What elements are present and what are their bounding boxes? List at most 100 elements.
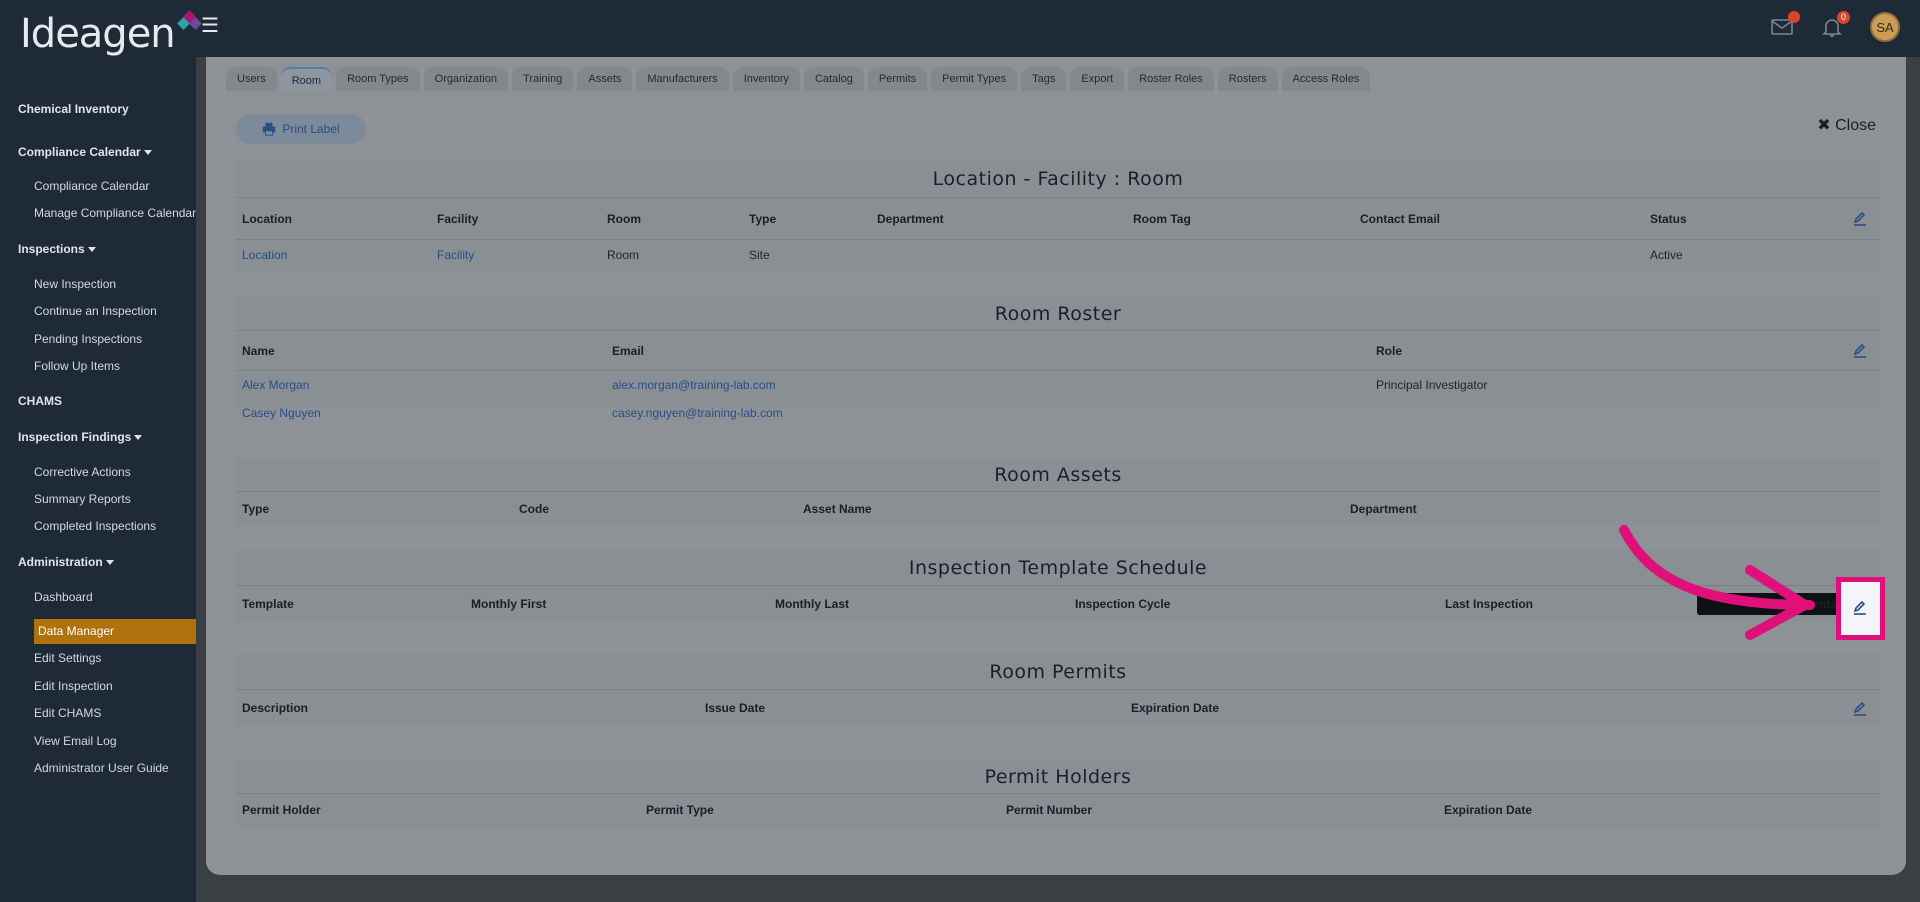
col-permit-holder: Permit Holder [242, 803, 321, 817]
nav-dashboard[interactable]: Dashboard [0, 589, 196, 605]
edit-permits-icon[interactable] [1852, 700, 1868, 716]
tab-assets[interactable]: Assets [577, 67, 633, 91]
caret-down-icon [143, 150, 152, 156]
col-permit-number: Permit Number [1006, 803, 1093, 817]
col-role: Role [1376, 344, 1403, 358]
notification-count-badge: 0 [1837, 11, 1850, 24]
assets-header-row: Type Code Asset Name Department [236, 492, 1880, 526]
holders-header-row: Permit Holder Permit Type Permit Number … [236, 794, 1880, 828]
roster-header-row: Name Email Role [236, 331, 1880, 371]
tab-catalog[interactable]: Catalog [803, 67, 864, 91]
ideagen-logo[interactable]: Ideagen [20, 10, 203, 54]
col-description: Description [242, 701, 309, 715]
room-detail-card: Users Room Room Types Organization Train… [206, 57, 1906, 875]
nav-inspection-findings-group[interactable]: Inspection Findings [0, 429, 196, 445]
tab-manufacturers[interactable]: Manufacturers [636, 67, 729, 91]
nav-compliance-calendar-group[interactable]: Compliance Calendar [0, 144, 196, 160]
col-monthly-first: Monthly First [471, 597, 547, 611]
col-template: Template [242, 597, 294, 611]
nav-chams[interactable]: CHAMS [0, 393, 196, 409]
nav-chemical-inventory[interactable]: Chemical Inventory [0, 101, 196, 117]
top-bar: Ideagen ☰ 0 SA [0, 0, 1920, 57]
nav-inspection-findings-label: Inspection Findings [18, 430, 132, 444]
tab-inventory[interactable]: Inventory [732, 67, 800, 91]
printer-icon [263, 122, 276, 136]
permits-header-row: Description Issue Date Expiration Date [236, 690, 1880, 726]
nav-corrective-actions[interactable]: Corrective Actions [0, 464, 196, 480]
nav-follow-up-items[interactable]: Follow Up Items [0, 358, 196, 374]
close-icon: ✖ [1817, 117, 1831, 134]
tab-access-roles[interactable]: Access Roles [1281, 67, 1371, 91]
room-assets-panel: Room Assets Type Code Asset Name Departm… [236, 458, 1880, 526]
col-asset-department: Department [1350, 502, 1417, 516]
nav-inspections-group[interactable]: Inspections [0, 241, 196, 257]
tab-organization[interactable]: Organization [423, 67, 509, 91]
hamburger-menu-icon[interactable]: ☰ [200, 16, 220, 36]
nav-edit-settings[interactable]: Edit Settings [0, 650, 196, 666]
nav-compliance-calendar[interactable]: Compliance Calendar [0, 178, 196, 194]
edit-schedule-icon [1852, 599, 1868, 615]
nav-manage-compliance-calendar[interactable]: Manage Compliance Calendar [0, 205, 196, 221]
edit-location-icon[interactable] [1852, 210, 1868, 226]
sidebar: Chemical Inventory Compliance Calendar C… [0, 57, 196, 902]
nav-view-email-log[interactable]: View Email Log [0, 733, 196, 749]
print-label-button[interactable]: Print Label [236, 114, 366, 144]
facility-link[interactable]: Facility [437, 248, 474, 262]
nav-edit-chams[interactable]: Edit CHAMS [0, 705, 196, 721]
mail-alert-badge [1788, 11, 1800, 23]
nav-completed-inspections[interactable]: Completed Inspections [0, 518, 196, 534]
room-permits-panel: Room Permits Description Issue Date Expi… [236, 654, 1880, 726]
tab-permit-types[interactable]: Permit Types [931, 67, 1018, 91]
status-value: Active [1650, 248, 1683, 262]
edit-schedule-button[interactable] [1836, 577, 1885, 640]
type-value: Site [749, 248, 770, 262]
caret-down-icon [87, 247, 96, 253]
col-asset-name: Asset Name [803, 502, 872, 516]
tab-permits[interactable]: Permits [867, 67, 928, 91]
roster-email-link[interactable]: casey.nguyen@training-lab.com [612, 406, 783, 420]
nav-edit-inspection[interactable]: Edit Inspection [0, 678, 196, 694]
tab-training[interactable]: Training [512, 67, 574, 91]
nav-inspections-label: Inspections [18, 242, 85, 256]
nav-compliance-calendar-label: Compliance Calendar [18, 145, 141, 159]
logo-mark-icon [176, 10, 203, 34]
col-last-inspection: Last Inspection [1445, 597, 1534, 611]
location-link[interactable]: Location [242, 248, 287, 262]
col-room-tag: Room Tag [1133, 212, 1191, 226]
roster-name-link[interactable]: Alex Morgan [242, 378, 309, 392]
bell-icon[interactable]: 0 [1820, 11, 1850, 39]
tab-room[interactable]: Room [280, 67, 333, 91]
tab-users[interactable]: Users [226, 67, 277, 91]
tab-export[interactable]: Export [1070, 67, 1125, 91]
nav-data-manager[interactable]: Data Manager [34, 619, 196, 644]
col-asset-type: Type [242, 502, 270, 516]
tab-roster-roles[interactable]: Roster Roles [1128, 67, 1214, 91]
nav-admin-user-guide[interactable]: Administrator User Guide [0, 760, 196, 776]
nav-pending-inspections[interactable]: Pending Inspections [0, 331, 196, 347]
col-expiration-date: Expiration Date [1131, 701, 1220, 715]
caret-down-icon [105, 560, 114, 566]
close-button[interactable]: ✖ Close [1817, 115, 1876, 135]
nav-continue-inspection[interactable]: Continue an Inspection [0, 303, 196, 319]
edit-roster-icon[interactable] [1852, 342, 1868, 358]
mail-icon[interactable] [1770, 11, 1800, 39]
col-asset-code: Code [519, 502, 549, 516]
col-email: Email [612, 344, 645, 358]
nav-summary-reports[interactable]: Summary Reports [0, 491, 196, 507]
col-contact-email: Contact Email [1360, 212, 1441, 226]
tab-tags[interactable]: Tags [1021, 67, 1067, 91]
roster-email-link[interactable]: alex.morgan@training-lab.com [612, 378, 776, 392]
col-status: Status [1650, 212, 1687, 226]
user-avatar[interactable]: SA [1870, 12, 1900, 42]
roster-name-link[interactable]: Casey Nguyen [242, 406, 321, 420]
location-header-row: Location Facility Room Type Department R… [236, 198, 1880, 240]
tab-room-types[interactable]: Room Types [336, 67, 420, 91]
tab-rosters[interactable]: Rosters [1217, 67, 1278, 91]
room-permits-title: Room Permits [236, 654, 1880, 690]
room-roster-title: Room Roster [236, 297, 1880, 331]
room-assets-title: Room Assets [236, 458, 1880, 492]
col-room: Room [607, 212, 641, 226]
nav-administration-group[interactable]: Administration [0, 554, 196, 570]
nav-new-inspection[interactable]: New Inspection [0, 276, 196, 292]
col-location: Location [242, 212, 292, 226]
